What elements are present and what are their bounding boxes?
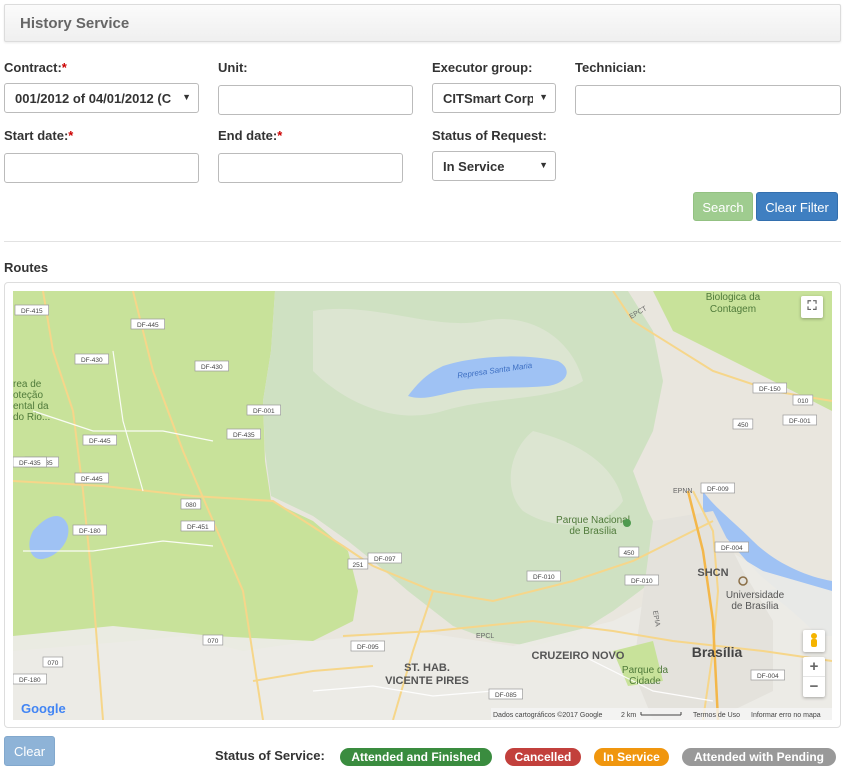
map-place-cruzeiro: CRUZEIRO NOVO xyxy=(532,650,625,662)
road-shield-label: 010 xyxy=(797,398,808,405)
road-shield-label: DF-435 xyxy=(19,460,41,467)
status-badge-attended-finished: Attended and Finished xyxy=(340,748,492,766)
map-park-label-2: de Brasília xyxy=(569,526,617,537)
unit-label: Unit: xyxy=(218,60,248,75)
status-of-request-select[interactable]: In Service ▼ xyxy=(432,151,556,181)
map-road-epnn: EPNN xyxy=(673,488,692,495)
map-road-epcl: EPCL xyxy=(476,633,494,640)
chevron-down-icon: ▼ xyxy=(182,92,191,102)
road-shield-label: DF-430 xyxy=(201,364,223,371)
contract-label: Contract:* xyxy=(4,60,67,75)
road-shield-label: DF-009 xyxy=(707,486,729,493)
road-shield-label: DF-085 xyxy=(495,692,517,699)
road-shield-label: DF-445 xyxy=(137,322,159,329)
contract-select[interactable]: 001/2012 of 04/01/2012 (C ▼ xyxy=(4,83,199,113)
road-shield-label: DF-180 xyxy=(19,677,41,684)
map-place-brasilia: Brasília xyxy=(692,644,743,660)
status-of-request-label: Status of Request: xyxy=(432,128,547,143)
road-shield-label: DF-415 xyxy=(21,308,43,315)
status-of-service-label: Status of Service: xyxy=(215,748,325,763)
road-shield-label: 080 xyxy=(185,502,196,509)
map-park-label-1: Parque Nacional xyxy=(556,515,630,526)
status-badge-cancelled: Cancelled xyxy=(505,748,581,766)
map-attribution: Dados cartográficos ©2017 Google xyxy=(493,711,603,719)
technician-label: Technician: xyxy=(575,60,647,75)
page-header: History Service xyxy=(4,4,841,42)
road-shield-label: DF-180 xyxy=(79,528,101,535)
map-place-vicente-2: VICENTE PIRES xyxy=(385,675,469,687)
road-shield-label: DF-435 xyxy=(233,432,255,439)
zoom-control: + − xyxy=(803,657,825,697)
road-shield-label: 450 xyxy=(623,550,634,557)
map-place-unb-1: Universidade xyxy=(726,590,785,601)
road-shield-label: DF-451 xyxy=(187,524,209,531)
page-title: History Service xyxy=(20,15,130,32)
map-place-area-4: do Rio... xyxy=(13,412,50,423)
map-report-link[interactable]: Informar erro no mapa xyxy=(751,712,821,719)
status-badge-attended-pending: Attended with Pending xyxy=(682,748,836,766)
road-shield-label: DF-445 xyxy=(89,438,111,445)
park-icon xyxy=(623,519,631,527)
contract-select-value: 001/2012 of 04/01/2012 (C xyxy=(15,91,172,106)
executor-group-select[interactable]: CITSmart Corp ▼ xyxy=(432,83,556,113)
map-place-unb-2: de Brasília xyxy=(731,601,779,612)
map-place-biologica-1: Biologica da xyxy=(706,292,761,303)
road-shield-label: DF-004 xyxy=(757,673,779,680)
map-place-area-2: oteção xyxy=(13,390,43,401)
pegman-icon[interactable] xyxy=(803,630,825,652)
map-place-parque-cidade-2: Cidade xyxy=(629,676,661,687)
end-date-input[interactable] xyxy=(218,153,403,183)
fullscreen-icon[interactable]: ⛶ xyxy=(801,296,823,318)
clear-button[interactable]: Clear xyxy=(4,736,55,766)
road-shield-label: 070 xyxy=(47,660,58,667)
google-logo: Google xyxy=(21,701,66,716)
road-shield-label: DF-004 xyxy=(721,545,743,552)
end-date-label: End date:* xyxy=(218,128,283,143)
start-date-input[interactable] xyxy=(4,153,199,183)
map[interactable]: Represa Santa Maria Biologica da Contage… xyxy=(13,291,832,720)
executor-group-label: Executor group: xyxy=(432,60,533,75)
map-place-area-1: rea de xyxy=(13,379,42,390)
map-place-biologica-2: Contagem xyxy=(710,304,756,315)
road-shield-label: 070 xyxy=(207,638,218,645)
road-shield-label: DF-095 xyxy=(357,644,379,651)
map-place-area-3: ental da xyxy=(13,401,49,412)
unit-input[interactable] xyxy=(218,85,413,115)
search-button[interactable]: Search xyxy=(693,192,753,221)
map-scale-label: 2 km xyxy=(621,712,636,719)
technician-input[interactable] xyxy=(575,85,841,115)
status-of-request-select-value: In Service xyxy=(443,159,505,174)
road-shield-label: DF-150 xyxy=(759,386,781,393)
map-place-parque-cidade-1: Parque da xyxy=(622,665,669,676)
map-place-vicente-1: ST. HAB. xyxy=(404,662,450,674)
road-shield-label: DF-097 xyxy=(374,556,396,563)
clear-filter-button[interactable]: Clear Filter xyxy=(756,192,838,221)
chevron-down-icon: ▼ xyxy=(539,160,548,170)
road-shield-label: DF-445 xyxy=(81,476,103,483)
divider xyxy=(4,241,841,242)
chevron-down-icon: ▼ xyxy=(539,92,548,102)
map-canvas[interactable]: Represa Santa Maria Biologica da Contage… xyxy=(13,291,832,720)
road-shield-label: DF-430 xyxy=(81,357,103,364)
road-shield-label: DF-010 xyxy=(533,574,555,581)
road-shield-label: DF-010 xyxy=(631,578,653,585)
start-date-label: Start date:* xyxy=(4,128,74,143)
zoom-in-button[interactable]: + xyxy=(803,657,825,677)
road-shield-label: DF-001 xyxy=(789,418,811,425)
routes-label: Routes xyxy=(4,260,49,275)
road-shield-label: DF-001 xyxy=(253,408,275,415)
map-terms-link[interactable]: Termos de Uso xyxy=(693,712,740,719)
executor-group-select-value: CITSmart Corp xyxy=(443,91,533,106)
map-place-shcn: SHCN xyxy=(697,567,728,579)
road-shield-label: 251 xyxy=(352,562,363,569)
road-shield-label: 450 xyxy=(737,422,748,429)
status-badge-in-service: In Service xyxy=(594,748,669,766)
zoom-out-button[interactable]: − xyxy=(803,677,825,697)
